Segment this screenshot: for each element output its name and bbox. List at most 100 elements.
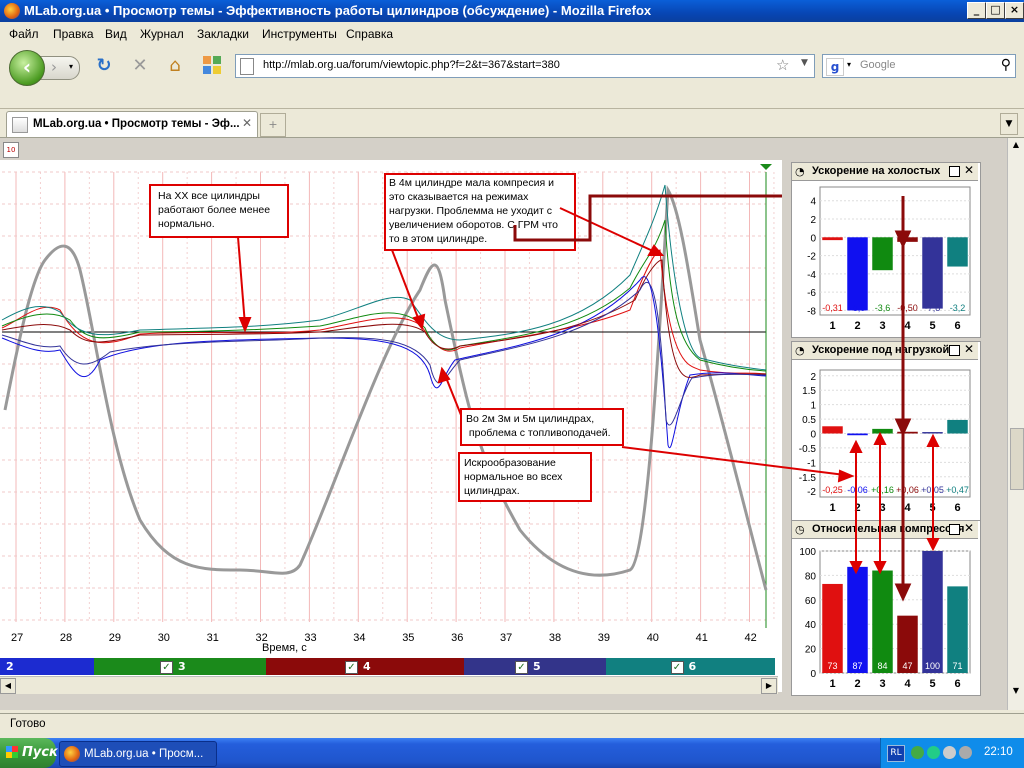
apps-icon[interactable] [201,55,223,77]
x-tick-label: 37 [500,632,512,644]
tray-icon-3[interactable] [943,746,956,759]
tab-close-icon[interactable]: ✕ [242,116,252,130]
gauge-icon: ◔ [795,165,805,178]
menu-bookmarks[interactable]: Закладки [197,27,249,41]
start-button[interactable]: Пуск [0,738,58,768]
tab-strip: MLab.org.ua • Просмотр темы - Эф... ✕ + … [0,109,1024,138]
bar-value-label: -3,6 [875,303,891,313]
stop-icon[interactable]: ✕ [129,55,151,77]
url-bar[interactable]: http://mlab.org.ua/forum/viewtopic.php?f… [235,54,815,78]
navigation-toolbar: › ▾ ‹ ↻ ✕ ⌂ http://mlab.org.ua/forum/view… [0,45,1024,87]
windows-flag-icon [6,746,18,758]
y-tick-label: 0 [810,669,816,680]
menu-file[interactable]: Файл [9,27,39,41]
plot-toolbar-icon[interactable]: 10 [3,142,19,158]
back-icon[interactable]: ‹ [9,50,45,86]
scroll-up-icon[interactable]: ▲ [1010,140,1022,152]
tray-icon-2[interactable] [927,746,940,759]
minimize-button[interactable]: _ [967,2,986,19]
bar-value-label: 47 [902,661,912,671]
x-tick-label: 40 [647,632,659,644]
y-tick-label: -4 [807,270,816,281]
panel-close-icon[interactable]: ✕ [964,521,974,535]
bar-value-label: -0,50 [897,303,918,313]
new-tab-button[interactable]: + [260,113,286,137]
bar-value-label: 73 [827,661,837,671]
x-tick-label: 3 [879,678,885,690]
menu-edit[interactable]: Правка [53,27,94,41]
menu-tools[interactable]: Инструменты [262,27,337,41]
x-tick-label: 39 [598,632,610,644]
scroll-right-icon[interactable]: ▶ [761,678,777,694]
x-tick-label: 42 [745,632,757,644]
tab-label: MLab.org.ua • Просмотр темы - Эф... [33,118,240,130]
channel-checkbox[interactable]: ✓ [160,661,173,674]
menu-help[interactable]: Справка [346,27,393,41]
gauge-icon: ◔ [795,344,805,357]
panel-close-icon[interactable]: ✕ [964,163,974,177]
clock-icon: ◷ [795,523,805,536]
tray-icon-1[interactable] [911,746,924,759]
maximize-button[interactable]: □ [986,2,1005,19]
channel-checkbox[interactable]: ✓ [515,661,528,674]
scroll-left-icon[interactable]: ◀ [0,678,16,694]
x-tick-label: 6 [954,502,960,514]
channel-toggle-6[interactable]: ✓ 6 [606,658,775,675]
bar-value-label: +0,06 [896,485,919,495]
bar-value-label: -3,2 [950,303,966,313]
panel-title: Ускорение под нагрузкой [812,344,950,356]
home-icon[interactable]: ⌂ [164,55,186,77]
tab-list-button[interactable]: ▼ [1000,113,1018,135]
search-icon[interactable]: ⚲ [1001,57,1011,73]
channel-toggle-5[interactable]: ✓ 5 [464,658,606,675]
scroll-thumb[interactable] [1010,428,1024,490]
url-text: http://mlab.org.ua/forum/viewtopic.php?f… [263,59,560,71]
restore-icon[interactable] [949,345,960,356]
menu-view[interactable]: Вид [105,27,127,41]
tab-favicon-icon [12,117,28,133]
language-indicator[interactable]: RL [887,745,905,762]
restore-icon[interactable] [949,524,960,535]
channel-toggle-3[interactable]: ✓ 3 [94,658,266,675]
y-tick-label: 20 [805,645,817,656]
vertical-scrollbar[interactable]: ▲ ▼ [1007,138,1024,710]
menu-history[interactable]: Журнал [140,27,184,41]
bar [947,419,968,434]
horizontal-scrollbar[interactable]: ◀ ▶ [0,676,778,694]
forward-button[interactable]: › ▾ [40,56,80,80]
y-tick-label: -2 [807,487,816,498]
channel-checkbox[interactable]: ✓ [345,661,358,674]
y-tick-label: 0 [810,233,816,244]
volume-icon[interactable] [959,746,972,759]
bar-chart-idle: 4 2 0 -2 -4 -6 -8 -0,31 1 -8,0 2 -3,6 3 -0,50 4 -7,8 5 -3… [807,186,971,332]
search-input[interactable]: g ▾ Google ⚲ [822,54,1016,78]
channel-checkbox[interactable]: ✓ [670,661,684,674]
channel-toggle-2[interactable]: 2 [0,658,94,675]
y-tick-label: 1.5 [802,386,816,397]
x-tick-label: 2 [854,320,860,332]
x-tick-label: 41 [696,632,708,644]
google-icon[interactable]: g [826,58,844,76]
bar [872,570,893,673]
taskbar-item-firefox[interactable]: MLab.org.ua • Просм... [59,741,217,767]
tab-mlab[interactable]: MLab.org.ua • Просмотр темы - Эф... ✕ [6,111,258,137]
bar [897,431,918,434]
close-button[interactable]: × [1005,2,1024,19]
restore-icon[interactable] [949,166,960,177]
x-tick-label: 1 [829,320,835,332]
bar-chart-load: 2 1.5 1 0.5 0 -0.5 -1 -1.5 -2 -0,25 1 -0,06 2 +0,16 3 +… [799,369,971,514]
y-tick-label: 4 [810,197,816,208]
channel-toggle-4[interactable]: ✓ 4 [266,658,464,675]
system-tray: RL 22:10 [880,738,1024,768]
channel-label: 6 [688,660,697,673]
y-tick-label: 80 [805,571,817,582]
x-tick-label: 3 [879,502,885,514]
bookmark-star-icon[interactable]: ☆ [776,56,789,74]
y-tick-label: 100 [799,547,816,558]
reload-icon[interactable]: ↻ [93,55,115,77]
url-dropdown-icon[interactable]: ▼ [801,58,808,68]
panel-close-icon[interactable]: ✕ [964,342,974,356]
scroll-down-icon[interactable]: ▼ [1010,686,1022,698]
x-tick-label: 5 [929,320,935,332]
marker-triangle-icon [760,164,772,170]
